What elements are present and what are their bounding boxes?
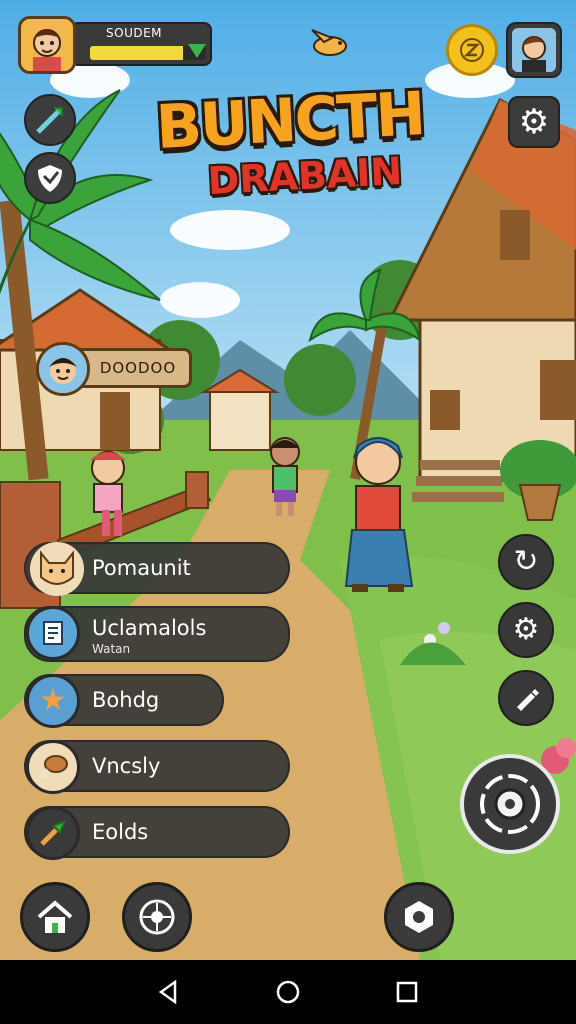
back-icon[interactable] (155, 978, 183, 1006)
gear-icon: ⚙ (512, 612, 540, 647)
menu-label: Vncsly (92, 754, 161, 778)
pencil-icon (517, 689, 539, 711)
book-icon (26, 606, 80, 660)
menu-label: Eolds (92, 820, 149, 844)
cat-face-icon (30, 542, 84, 596)
npc-nameplate[interactable]: DOODOO (36, 342, 192, 396)
npc-plate-text: DOODOO (99, 359, 177, 377)
shield-button[interactable] (24, 152, 76, 204)
menu-item-eolds[interactable]: Eolds (24, 806, 290, 860)
menu-item-pomaunit[interactable]: Pomaunit (24, 542, 290, 596)
shovel-icon (26, 806, 80, 860)
menu-label: Uclamalols (92, 616, 207, 640)
player-name: SOUDEM (106, 26, 163, 40)
boy-avatar-icon (21, 19, 73, 71)
player-card[interactable]: SOUDEM (18, 16, 212, 76)
camera-icon (405, 901, 433, 933)
menu-item-vncsly[interactable]: Vncsly (24, 740, 290, 794)
game-title: BUNCTH DRABAIN (140, 79, 440, 218)
settings-button[interactable]: ⚙ (508, 96, 560, 148)
coin-icon (460, 38, 484, 62)
player-avatar[interactable] (18, 16, 76, 74)
system-navigation-bar (0, 960, 576, 1024)
coin-button[interactable] (446, 24, 498, 76)
profile-button[interactable] (506, 22, 562, 78)
profile-avatar-icon (512, 28, 556, 72)
star-icon: ★ (26, 674, 80, 728)
player-info-bar: SOUDEM (70, 22, 212, 66)
menu-item-bohdg[interactable]: ★ Bohdg (24, 674, 224, 728)
game-scene: SOUDEM ⚙ BUNCTH DRABAIN DOODOO Pomaunit … (0, 0, 576, 960)
menu-sublabel: Watan (92, 642, 131, 656)
menu-label: Pomaunit (92, 556, 191, 580)
camera-button[interactable] (384, 882, 454, 952)
compass-icon (139, 899, 175, 935)
home-icon (37, 900, 73, 933)
refresh-button[interactable]: ↻ (498, 534, 554, 590)
menu-label: Bohdg (92, 688, 160, 712)
recents-icon[interactable] (393, 978, 421, 1006)
menu-item-uclamalols[interactable]: Uclamalols Watan (24, 606, 290, 662)
map-button[interactable] (122, 882, 192, 952)
npc-avatar (36, 342, 90, 396)
sword-icon (36, 107, 63, 134)
edit-button[interactable] (498, 670, 554, 726)
npc-face-icon (39, 345, 87, 393)
target-icon (480, 774, 540, 834)
refresh-icon: ↻ (513, 544, 539, 579)
gear-icon: ⚙ (518, 102, 550, 142)
chevron-down-icon[interactable] (188, 44, 206, 58)
shield-icon (38, 165, 62, 192)
home-button[interactable] (20, 882, 90, 952)
tool-button[interactable] (24, 94, 76, 146)
drumstick-icon (26, 740, 80, 794)
action-joystick[interactable] (460, 754, 560, 854)
xp-bar-fill (90, 46, 183, 60)
home-nav-icon[interactable] (274, 978, 302, 1006)
options-button[interactable]: ⚙ (498, 602, 554, 658)
